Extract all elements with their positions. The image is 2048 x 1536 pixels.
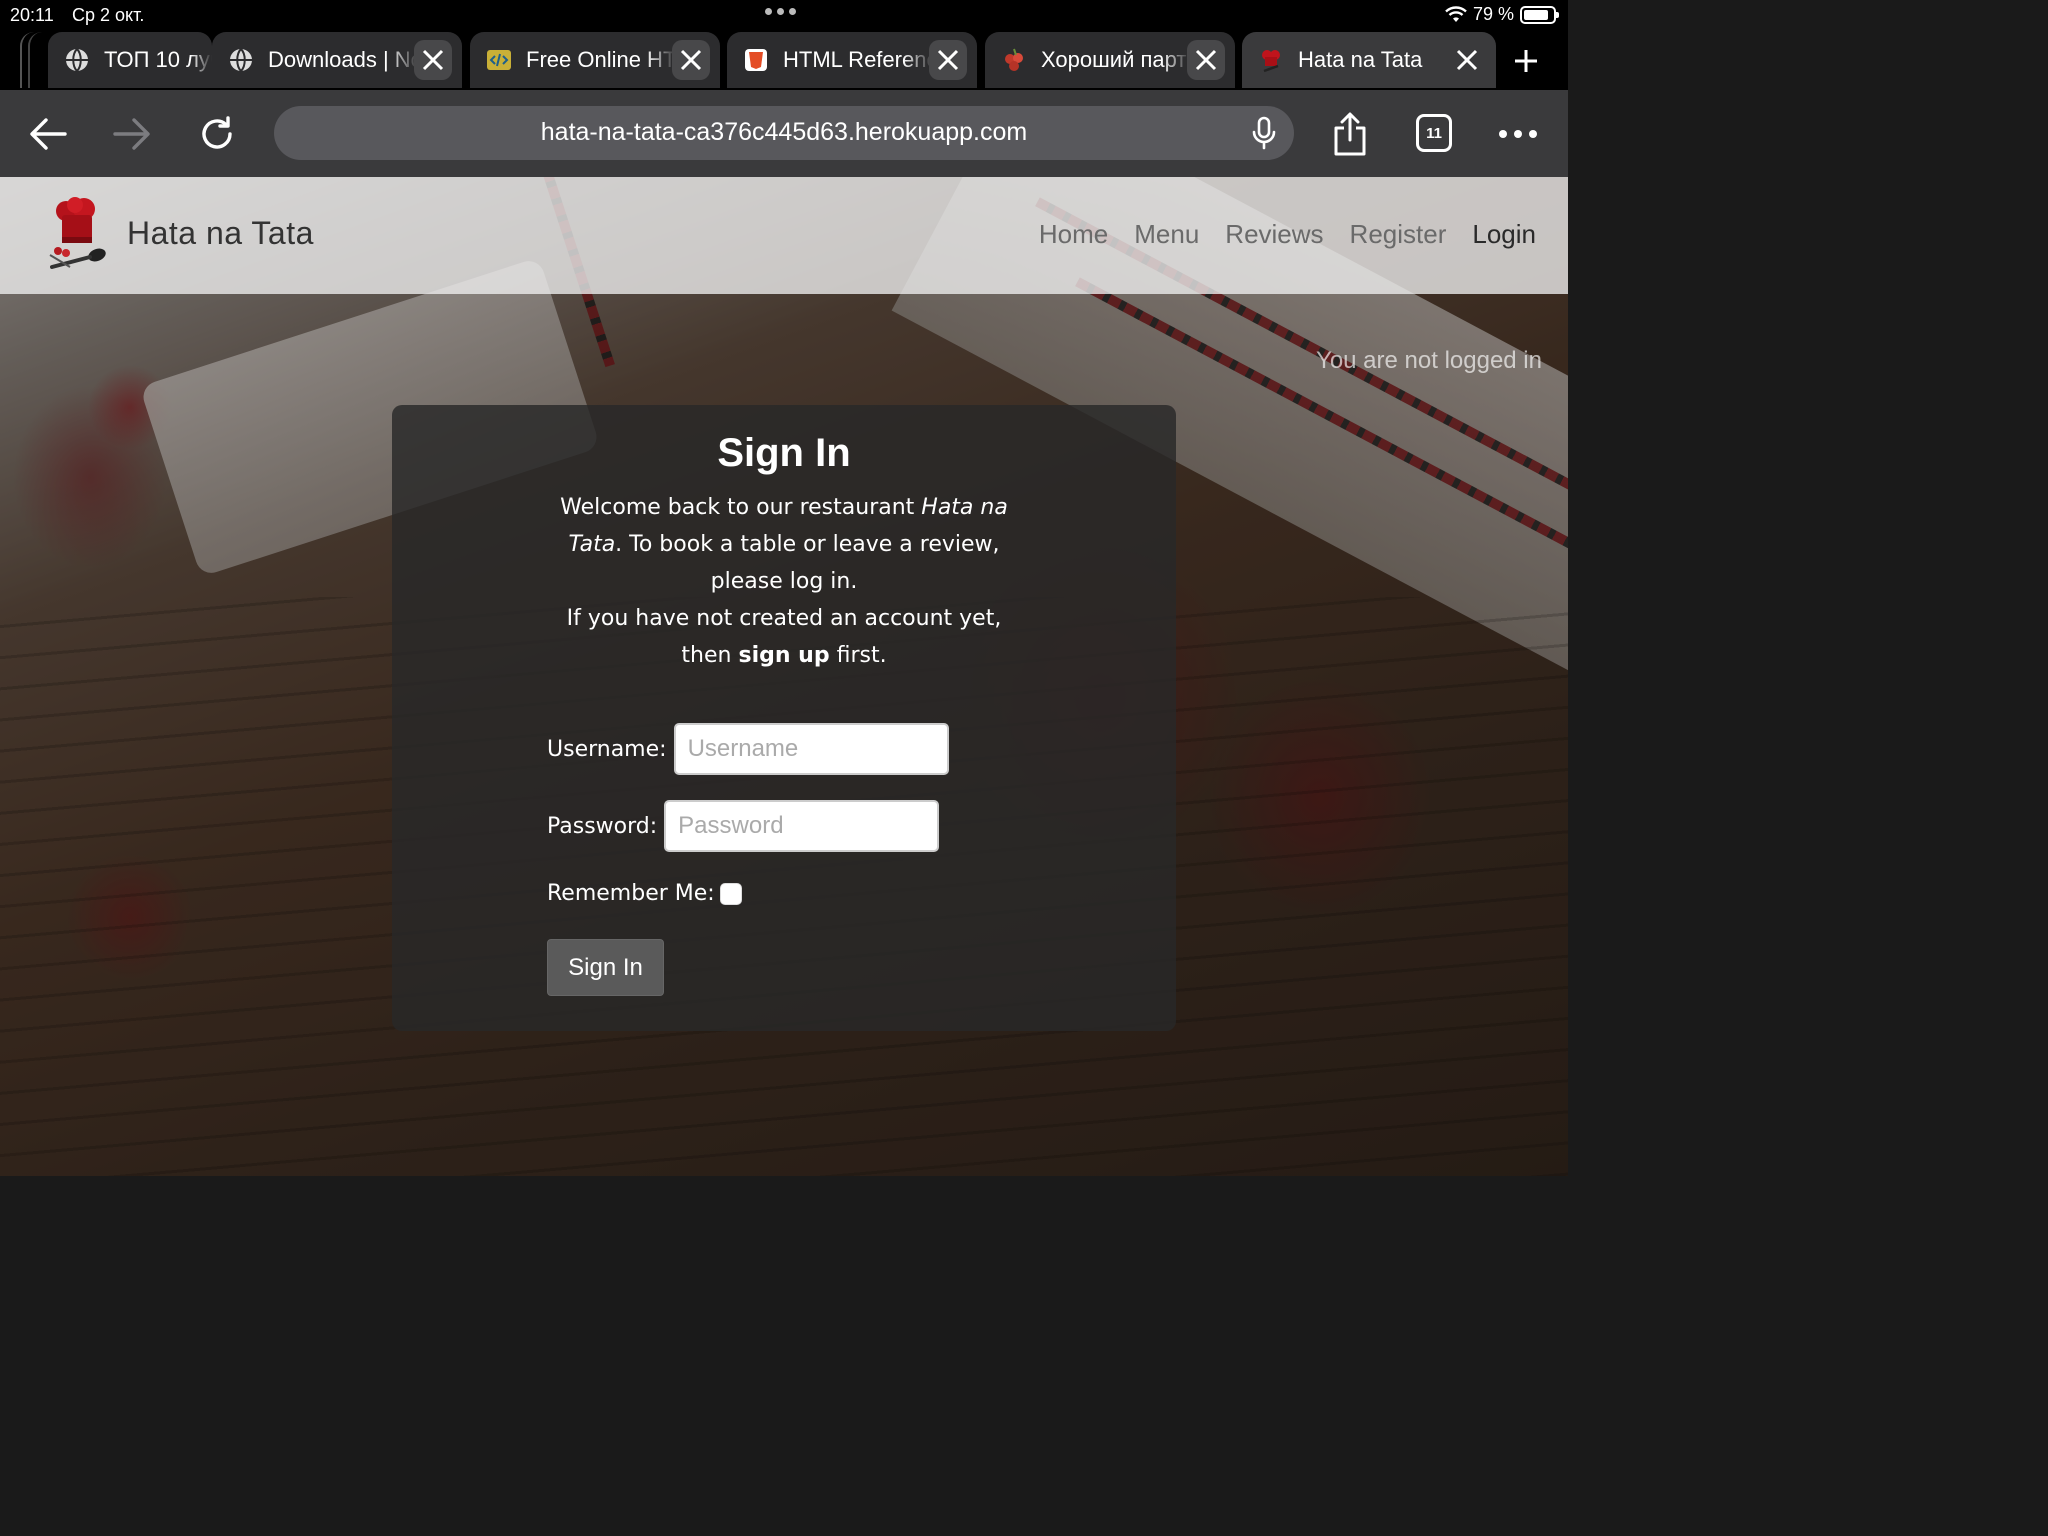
arrow-left-icon xyxy=(30,118,67,150)
code-editor-icon xyxy=(487,50,511,70)
signup-text: first. xyxy=(829,643,887,668)
wifi-icon xyxy=(1445,5,1467,22)
html5-icon xyxy=(745,49,767,71)
close-tab-button[interactable] xyxy=(672,40,710,80)
tab-label: HTML Reference xyxy=(783,47,933,72)
web-page: Hata na Tata Home Menu Reviews Register … xyxy=(0,177,1568,1176)
close-tab-button[interactable] xyxy=(414,40,452,80)
tab-html-reference[interactable]: HTML Reference xyxy=(727,32,977,88)
remember-checkbox[interactable] xyxy=(719,882,742,905)
chef-hat-icon xyxy=(1262,50,1280,73)
status-date: Ср 2 окт. xyxy=(72,5,145,25)
nav-link-menu[interactable]: Menu xyxy=(1134,219,1199,250)
berry-icon xyxy=(1005,48,1023,71)
tab-html-editor[interactable]: Free Online HTML xyxy=(470,32,720,88)
signin-intro: Welcome back to our restaurant Hata na T… xyxy=(542,489,1026,674)
site-brand[interactable]: Hata na Tata xyxy=(127,215,314,252)
signin-button[interactable]: Sign In xyxy=(547,939,664,996)
username-label: Username: xyxy=(547,736,667,762)
reload-icon xyxy=(202,116,232,149)
multitasking-dots-icon[interactable] xyxy=(765,8,796,15)
address-bar[interactable]: hata-na-tata-ca376c445d63.herokuapp.com xyxy=(274,106,1294,160)
status-bar: 20:11 Ср 2 окт. 79 % xyxy=(0,0,1568,30)
remember-label: Remember Me: xyxy=(547,881,715,906)
tab-label: Hata na Tata xyxy=(1298,47,1423,72)
tab-label: Free Online HTML xyxy=(526,47,676,72)
close-icon xyxy=(937,49,959,71)
nav-links: Home Menu Reviews Register Login xyxy=(1039,219,1536,250)
tab-label: Downloads | Notion xyxy=(268,47,418,72)
close-icon xyxy=(1456,49,1478,71)
nav-link-home[interactable]: Home xyxy=(1039,219,1108,250)
close-tab-button[interactable] xyxy=(1187,40,1225,80)
login-status: You are not logged in xyxy=(1316,347,1542,374)
battery-percent: 79 % xyxy=(1472,4,1514,24)
password-input[interactable] xyxy=(664,800,940,852)
intro-text: . To book a table or leave a review, ple… xyxy=(615,532,1000,594)
status-time: 20:11 xyxy=(10,5,54,25)
arrow-right-icon xyxy=(113,118,150,150)
password-row: Password: xyxy=(547,800,940,852)
nav-link-register[interactable]: Register xyxy=(1350,219,1447,250)
plus-icon xyxy=(1515,50,1537,72)
share-button[interactable] xyxy=(1326,110,1374,158)
new-tab-button[interactable] xyxy=(1500,36,1552,86)
signup-link[interactable]: sign up xyxy=(738,643,829,668)
tab-label: ТОП 10 лучших xyxy=(104,47,212,72)
close-icon xyxy=(422,49,444,71)
more-icon xyxy=(1499,130,1537,138)
site-navbar: Hata na Tata Home Menu Reviews Register … xyxy=(0,177,1568,294)
tab-partner[interactable]: Хороший партнер xyxy=(985,32,1235,88)
close-tab-button[interactable] xyxy=(929,40,967,80)
browser-toolbar: hata-na-tata-ca376c445d63.herokuapp.com … xyxy=(0,90,1568,177)
microphone-icon[interactable] xyxy=(1248,116,1280,150)
signin-title: Sign In xyxy=(717,431,851,475)
password-label: Password: xyxy=(547,813,658,839)
tab-overview-button[interactable]: 11 xyxy=(1416,114,1452,152)
close-tab-button[interactable] xyxy=(1448,40,1486,80)
username-input[interactable] xyxy=(673,723,949,775)
chef-hat-logo-icon[interactable] xyxy=(44,197,110,273)
battery-icon xyxy=(1520,5,1559,24)
reload-button[interactable] xyxy=(193,110,241,158)
nav-link-login[interactable]: Login xyxy=(1472,219,1536,250)
nav-link-reviews[interactable]: Reviews xyxy=(1225,219,1323,250)
tab-label: Хороший партнер xyxy=(1041,47,1191,72)
url-text[interactable]: hata-na-tata-ca376c445d63.herokuapp.com xyxy=(274,118,1294,147)
forward-button[interactable] xyxy=(108,110,156,158)
tab-downloads[interactable]: Downloads | Notion xyxy=(212,32,462,88)
tab-hata-na-tata[interactable]: Hata na Tata xyxy=(1242,32,1496,88)
intro-text: Welcome back to our restaurant xyxy=(560,495,922,520)
share-icon xyxy=(1334,112,1366,156)
globe-icon xyxy=(66,48,88,72)
back-button[interactable] xyxy=(24,110,72,158)
more-options-button[interactable] xyxy=(1494,110,1542,158)
tab-bar: ТОП 10 лучших Downloads | Notion Free On… xyxy=(0,30,1568,90)
signin-card: Sign In Welcome back to our restaurant H… xyxy=(392,405,1176,1031)
close-icon xyxy=(680,49,702,71)
username-row: Username: xyxy=(547,723,949,775)
remember-row: Remember Me: xyxy=(547,881,742,906)
globe-icon xyxy=(230,48,252,72)
close-icon xyxy=(1195,49,1217,71)
tab-top10[interactable]: ТОП 10 лучших xyxy=(48,32,212,88)
